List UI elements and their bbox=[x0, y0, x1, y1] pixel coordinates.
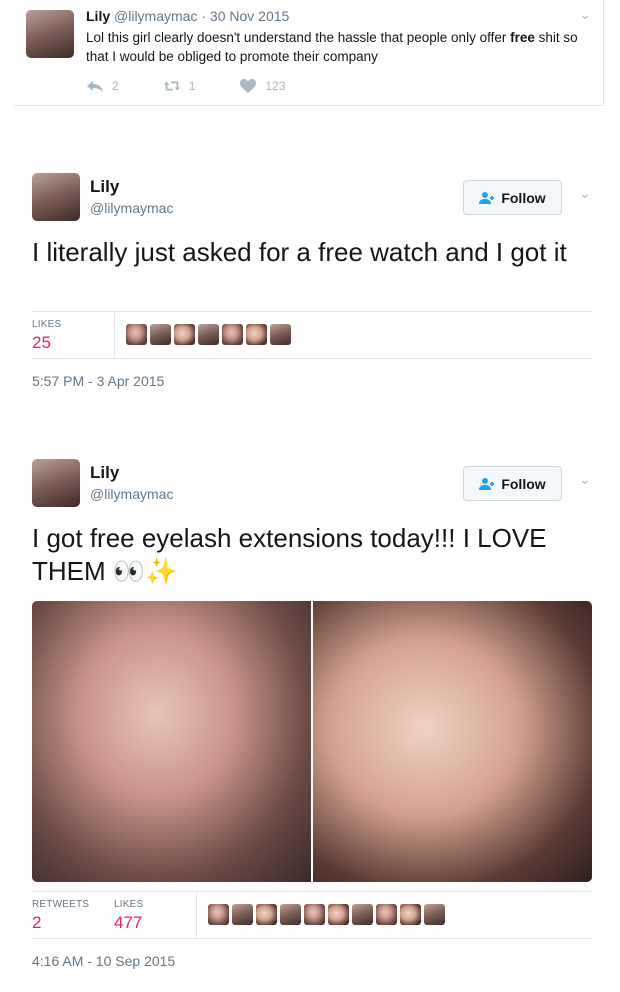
liker-avatar[interactable] bbox=[232, 904, 253, 925]
follow-button[interactable]: Follow bbox=[463, 180, 562, 215]
tweet-stats: LIKES 25 bbox=[32, 311, 592, 359]
author-name[interactable]: Lily bbox=[90, 463, 119, 483]
retweets-stat[interactable]: RETWEETS 2 bbox=[32, 899, 89, 933]
reply-button[interactable]: 2 bbox=[86, 78, 119, 94]
liker-avatar[interactable] bbox=[222, 324, 243, 345]
stats-divider bbox=[196, 892, 197, 938]
liker-avatar[interactable] bbox=[270, 324, 291, 345]
likes-stat[interactable]: LIKES 25 bbox=[32, 319, 61, 353]
avatar[interactable] bbox=[32, 459, 80, 507]
like-count: 123 bbox=[265, 79, 286, 93]
media-photo[interactable] bbox=[32, 601, 311, 882]
liker-avatar[interactable] bbox=[400, 904, 421, 925]
liker-avatar[interactable] bbox=[280, 904, 301, 925]
likes-count: 25 bbox=[32, 333, 51, 352]
liker-avatar[interactable] bbox=[208, 904, 229, 925]
liker-avatar[interactable] bbox=[126, 324, 147, 345]
media-grid[interactable] bbox=[32, 601, 592, 882]
chevron-down-icon[interactable]: ⌄ bbox=[579, 6, 591, 23]
follow-icon bbox=[479, 477, 495, 490]
tweet-text-bold: free bbox=[510, 30, 535, 45]
follow-label: Follow bbox=[501, 475, 546, 492]
tweet-stats: RETWEETS 2 LIKES 477 bbox=[32, 891, 592, 939]
tweet-header: Lily @lilymaymac · 30 Nov 2015 bbox=[86, 8, 289, 24]
media-photo[interactable] bbox=[313, 601, 592, 882]
tweet-text: Lol this girl clearly doesn't understand… bbox=[86, 28, 596, 66]
author-name[interactable]: Lily bbox=[90, 177, 119, 197]
liker-avatar[interactable] bbox=[256, 904, 277, 925]
tweet-text-part: Lol this girl clearly doesn't understand… bbox=[86, 30, 511, 45]
like-button[interactable]: 123 bbox=[239, 78, 285, 94]
liker-avatar[interactable] bbox=[328, 904, 349, 925]
avatar[interactable] bbox=[32, 173, 80, 221]
retweets-label: RETWEETS bbox=[32, 899, 90, 910]
avatar[interactable] bbox=[26, 10, 74, 58]
tweet-text: I got free eyelash extensions today!!! I… bbox=[32, 523, 547, 586]
tweet-expanded: Lily @lilymaymac Follow ⌄ I got free eye… bbox=[16, 459, 592, 979]
chevron-down-icon[interactable]: ⌄ bbox=[579, 471, 591, 488]
retweet-icon bbox=[163, 81, 180, 91]
tweet-expanded: Lily @lilymaymac Follow ⌄ I literally ju… bbox=[16, 173, 592, 403]
chevron-down-icon[interactable]: ⌄ bbox=[579, 185, 591, 202]
reply-icon bbox=[87, 81, 103, 92]
author-handle[interactable]: @lilymaymac bbox=[90, 200, 173, 216]
author-handle[interactable]: @lilymaymac bbox=[114, 8, 197, 24]
author-handle[interactable]: @lilymaymac bbox=[90, 486, 173, 502]
likes-stat[interactable]: LIKES 477 bbox=[114, 899, 143, 933]
liker-avatar[interactable] bbox=[352, 904, 373, 925]
liker-avatar[interactable] bbox=[424, 904, 445, 925]
tweet-text: I literally just asked for a free watch … bbox=[32, 237, 567, 267]
reply-count: 2 bbox=[112, 79, 119, 93]
tweet-actions: 2 1 123 bbox=[86, 78, 329, 94]
likes-label: LIKES bbox=[32, 319, 62, 330]
retweet-button[interactable]: 1 bbox=[163, 78, 196, 94]
retweet-count: 1 bbox=[188, 79, 196, 93]
tweet-timestamp[interactable]: 4:16 AM - 10 Sep 2015 bbox=[32, 953, 175, 969]
heart-icon bbox=[240, 79, 257, 93]
liker-avatar[interactable] bbox=[376, 904, 397, 925]
tweet-date[interactable]: 30 Nov 2015 bbox=[210, 8, 289, 24]
dot-separator: · bbox=[201, 8, 207, 24]
liker-avatars bbox=[208, 904, 445, 925]
retweets-count: 2 bbox=[32, 913, 42, 932]
likes-label: LIKES bbox=[114, 899, 144, 910]
liker-avatars bbox=[126, 324, 291, 345]
stats-divider bbox=[114, 312, 115, 358]
author-name[interactable]: Lily bbox=[86, 8, 110, 24]
liker-avatar[interactable] bbox=[150, 324, 171, 345]
liker-avatar[interactable] bbox=[198, 324, 219, 345]
follow-icon bbox=[479, 191, 495, 204]
reply-tweet[interactable]: Lily @lilymaymac · 30 Nov 2015 ⌄ Lol thi… bbox=[14, 0, 604, 106]
follow-button[interactable]: Follow bbox=[463, 466, 562, 501]
liker-avatar[interactable] bbox=[304, 904, 325, 925]
liker-avatar[interactable] bbox=[246, 324, 267, 345]
likes-count: 477 bbox=[114, 913, 143, 932]
follow-label: Follow bbox=[501, 189, 546, 206]
liker-avatar[interactable] bbox=[174, 324, 195, 345]
tweet-timestamp[interactable]: 5:57 PM - 3 Apr 2015 bbox=[32, 373, 164, 389]
